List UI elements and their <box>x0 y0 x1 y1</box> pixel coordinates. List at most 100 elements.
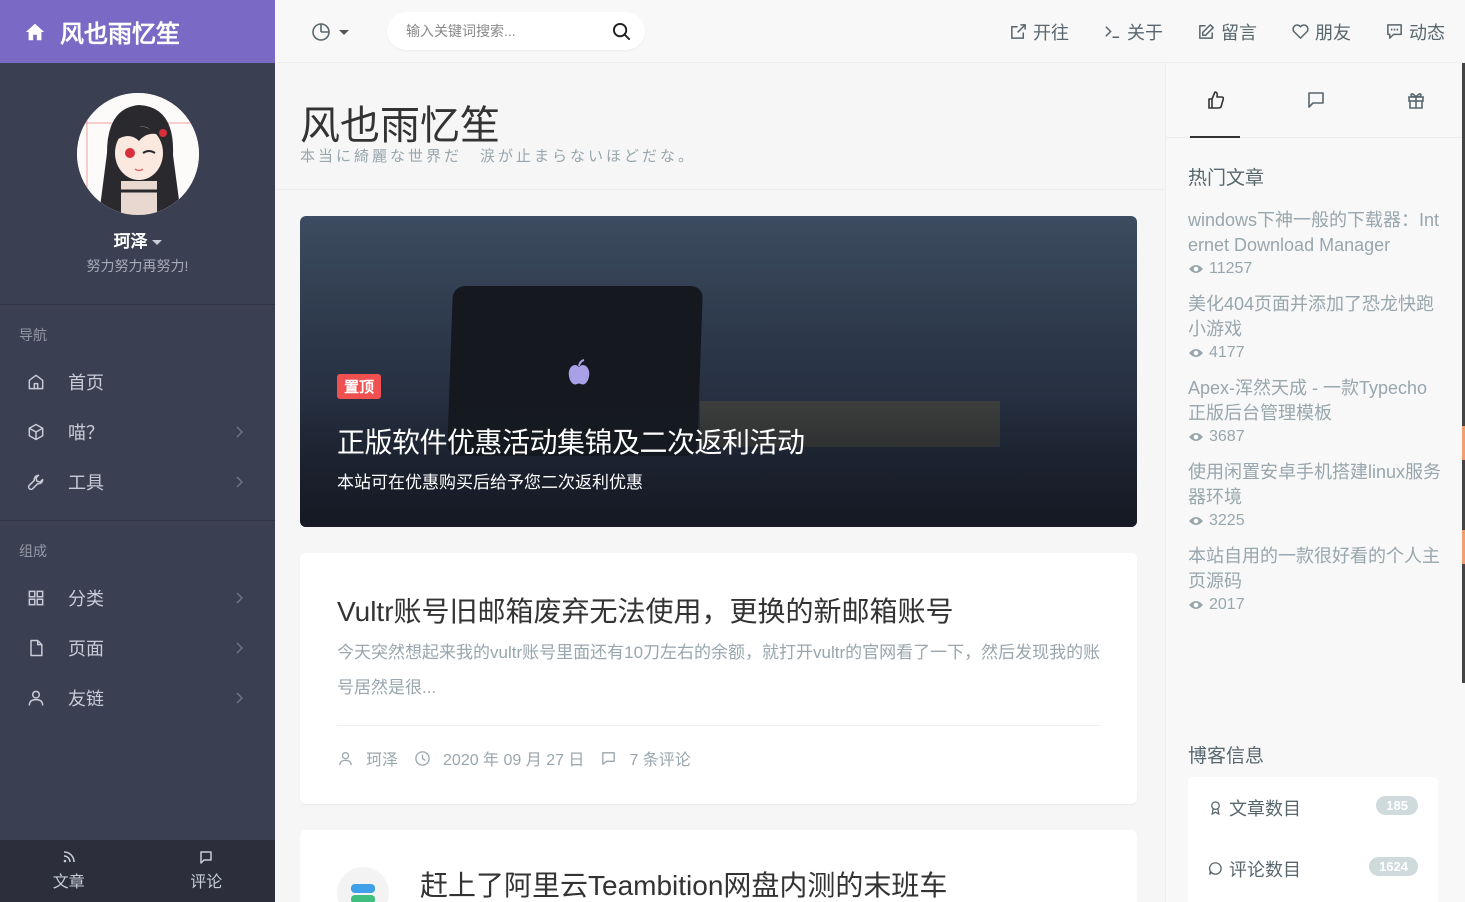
profile: 珂泽 努力努力再努力! <box>0 63 275 305</box>
sidebar-item-pages[interactable]: 页面 <box>0 623 275 673</box>
tab-hot[interactable] <box>1166 63 1266 138</box>
sidebar-item-links[interactable]: 友链 <box>0 673 275 723</box>
topnav-label: 关于 <box>1127 22 1163 43</box>
right-tabs <box>1166 63 1465 138</box>
tab-comments[interactable] <box>1266 63 1366 137</box>
hot-item[interactable]: 使用闲置安卓手机搭建linux服务器环境 3225 <box>1188 460 1443 530</box>
topnav-about[interactable]: 关于 <box>1103 19 1163 45</box>
topnav-label: 开往 <box>1033 22 1069 43</box>
home-icon <box>25 23 45 40</box>
blog-info-box: 文章数目 185 评论数目 1624 <box>1188 777 1438 902</box>
hot-title[interactable]: 美化404页面并添加了恐龙快跑小游戏 <box>1188 292 1443 342</box>
eye-icon <box>1189 265 1203 273</box>
comment-icon <box>602 751 616 765</box>
apple-logo-icon <box>568 359 590 385</box>
sidebar-item-categories[interactable]: 分类 <box>0 573 275 623</box>
topnav-guestbook[interactable]: 留言 <box>1197 19 1257 45</box>
info-label: 文章数目 <box>1229 798 1301 819</box>
terminal-icon <box>1105 26 1120 38</box>
topnav-travel[interactable]: 开往 <box>1009 19 1069 45</box>
wrench-icon <box>27 474 44 491</box>
view-count: 4177 <box>1209 344 1245 361</box>
post-card: 赶上了阿里云Teambition网盘内测的末班车 <box>300 830 1137 902</box>
rss-icon <box>63 851 75 863</box>
nav-section: 导航 首页 喵？ 工具 <box>0 305 275 507</box>
grid-icon <box>28 590 44 606</box>
chevron-right-icon <box>236 642 243 654</box>
search-icon[interactable] <box>612 22 631 41</box>
sidebar-item-label: 分类 <box>68 589 104 609</box>
sidebar-item-home[interactable]: 首页 <box>0 357 275 407</box>
user-name[interactable]: 珂泽 <box>0 227 275 252</box>
view-count: 3687 <box>1209 428 1245 445</box>
topnav-label: 留言 <box>1221 22 1257 43</box>
brand-title: 风也雨忆笙 <box>60 21 180 48</box>
sidebar: 珂泽 努力努力再努力! 导航 首页 喵？ 工具 组成 分类 页面 友链 文章 评… <box>0 63 275 902</box>
hot-heading: 热门文章 <box>1188 168 1265 189</box>
sidebar-item-label: 页面 <box>68 639 104 659</box>
sidebar-item-label: 首页 <box>68 373 104 393</box>
sidebar-item-label: 友链 <box>68 689 104 709</box>
teambition-logo-icon <box>337 867 389 902</box>
cube-icon <box>28 423 44 441</box>
message-circle-icon <box>1208 862 1222 875</box>
featured-title[interactable]: 正版软件优惠活动集锦及二次返利活动 <box>337 421 805 461</box>
topnav-label: 动态 <box>1409 22 1445 43</box>
sidebar-item-meow[interactable]: 喵？ <box>0 407 275 457</box>
sidebar-item-label: 喵？ <box>68 423 104 443</box>
tab-gifts[interactable] <box>1366 63 1465 137</box>
external-link-icon <box>1011 24 1026 39</box>
footer-posts-button[interactable]: 文章 <box>0 840 138 902</box>
chat-icon <box>1387 24 1402 39</box>
post-title[interactable]: Vultr账号旧邮箱废弃无法使用，更换的新邮箱账号 <box>337 590 954 630</box>
gift-icon <box>1408 93 1424 109</box>
home-outline-icon <box>28 374 44 390</box>
info-row-posts: 文章数目 185 <box>1188 777 1438 838</box>
eye-icon <box>1189 517 1203 525</box>
topnav-friends[interactable]: 朋友 <box>1291 19 1351 45</box>
eye-icon <box>1189 433 1203 441</box>
hot-item[interactable]: 本站自用的一款很好看的个人主页源码 2017 <box>1188 544 1443 614</box>
hot-title[interactable]: 使用闲置安卓手机搭建linux服务器环境 <box>1188 460 1443 510</box>
hot-item[interactable]: Apex-浑然天成 - 一款Typecho正版后台管理模板 3687 <box>1188 376 1443 446</box>
award-icon <box>1211 801 1220 815</box>
topnav-moments[interactable]: 动态 <box>1385 19 1445 45</box>
blog-info-heading: 博客信息 <box>1188 746 1265 767</box>
featured-description: 本站可在优惠购买后给予您二次返利优惠 <box>337 473 643 492</box>
post-author[interactable]: 珂泽 <box>366 746 398 770</box>
hot-title[interactable]: windows下神一般的下载器：Internet Download Manage… <box>1188 208 1443 258</box>
view-count: 2017 <box>1209 596 1245 613</box>
right-sidebar: 热门文章 windows下神一般的下载器：Internet Download M… <box>1165 63 1465 902</box>
sidebar-item-label: 工具 <box>68 473 104 493</box>
post-title[interactable]: 赶上了阿里云Teambition网盘内测的末班车 <box>420 864 947 902</box>
hot-title[interactable]: Apex-浑然天成 - 一款Typecho正版后台管理模板 <box>1188 376 1443 426</box>
clock-dropdown-button[interactable] <box>311 22 349 42</box>
brand-bar[interactable]: 风也雨忆笙 <box>0 0 275 63</box>
comment-icon <box>1308 92 1324 108</box>
search-input[interactable] <box>387 12 597 50</box>
post-comments[interactable]: 7 条评论 <box>629 746 690 770</box>
featured-post[interactable]: 置顶 正版软件优惠活动集锦及二次返利活动 本站可在优惠购买后给予您二次返利优惠 <box>300 216 1137 527</box>
clock-icon <box>415 750 430 766</box>
sidebar-footer: 文章 评论 <box>0 840 275 902</box>
page-subtitle: 本当に綺麗な世界だ 涙が止まらないほどだな。 <box>300 148 697 165</box>
hot-views: 3225 <box>1188 512 1443 530</box>
topnav-label: 朋友 <box>1315 22 1351 43</box>
hot-item[interactable]: windows下神一般的下载器：Internet Download Manage… <box>1188 208 1443 278</box>
hot-title[interactable]: 本站自用的一款很好看的个人主页源码 <box>1188 544 1443 594</box>
caret-down-icon <box>339 29 349 35</box>
thumbs-up-icon <box>1208 91 1225 109</box>
eye-icon <box>1189 601 1203 609</box>
post-meta: 珂泽 2020 年 09 月 27 日 7 条评论 <box>337 746 707 770</box>
user-icon <box>339 751 352 765</box>
footer-posts-label: 文章 <box>52 874 85 891</box>
sidebar-item-tools[interactable]: 工具 <box>0 457 275 507</box>
topbar: 开往 关于 留言 朋友 动态 <box>275 0 1465 63</box>
avatar[interactable] <box>76 93 199 215</box>
page-header: 风也雨忆笙 本当に綺麗な世界だ 涙が止まらないほどだな。 <box>275 63 1165 190</box>
caret-down-icon <box>151 240 162 246</box>
footer-comments-button[interactable]: 评论 <box>138 840 276 902</box>
post-card: Vultr账号旧邮箱废弃无法使用，更换的新邮箱账号 今天突然想起来我的vultr… <box>300 553 1137 804</box>
hot-views: 11257 <box>1188 260 1443 278</box>
hot-item[interactable]: 美化404页面并添加了恐龙快跑小游戏 4177 <box>1188 292 1443 362</box>
